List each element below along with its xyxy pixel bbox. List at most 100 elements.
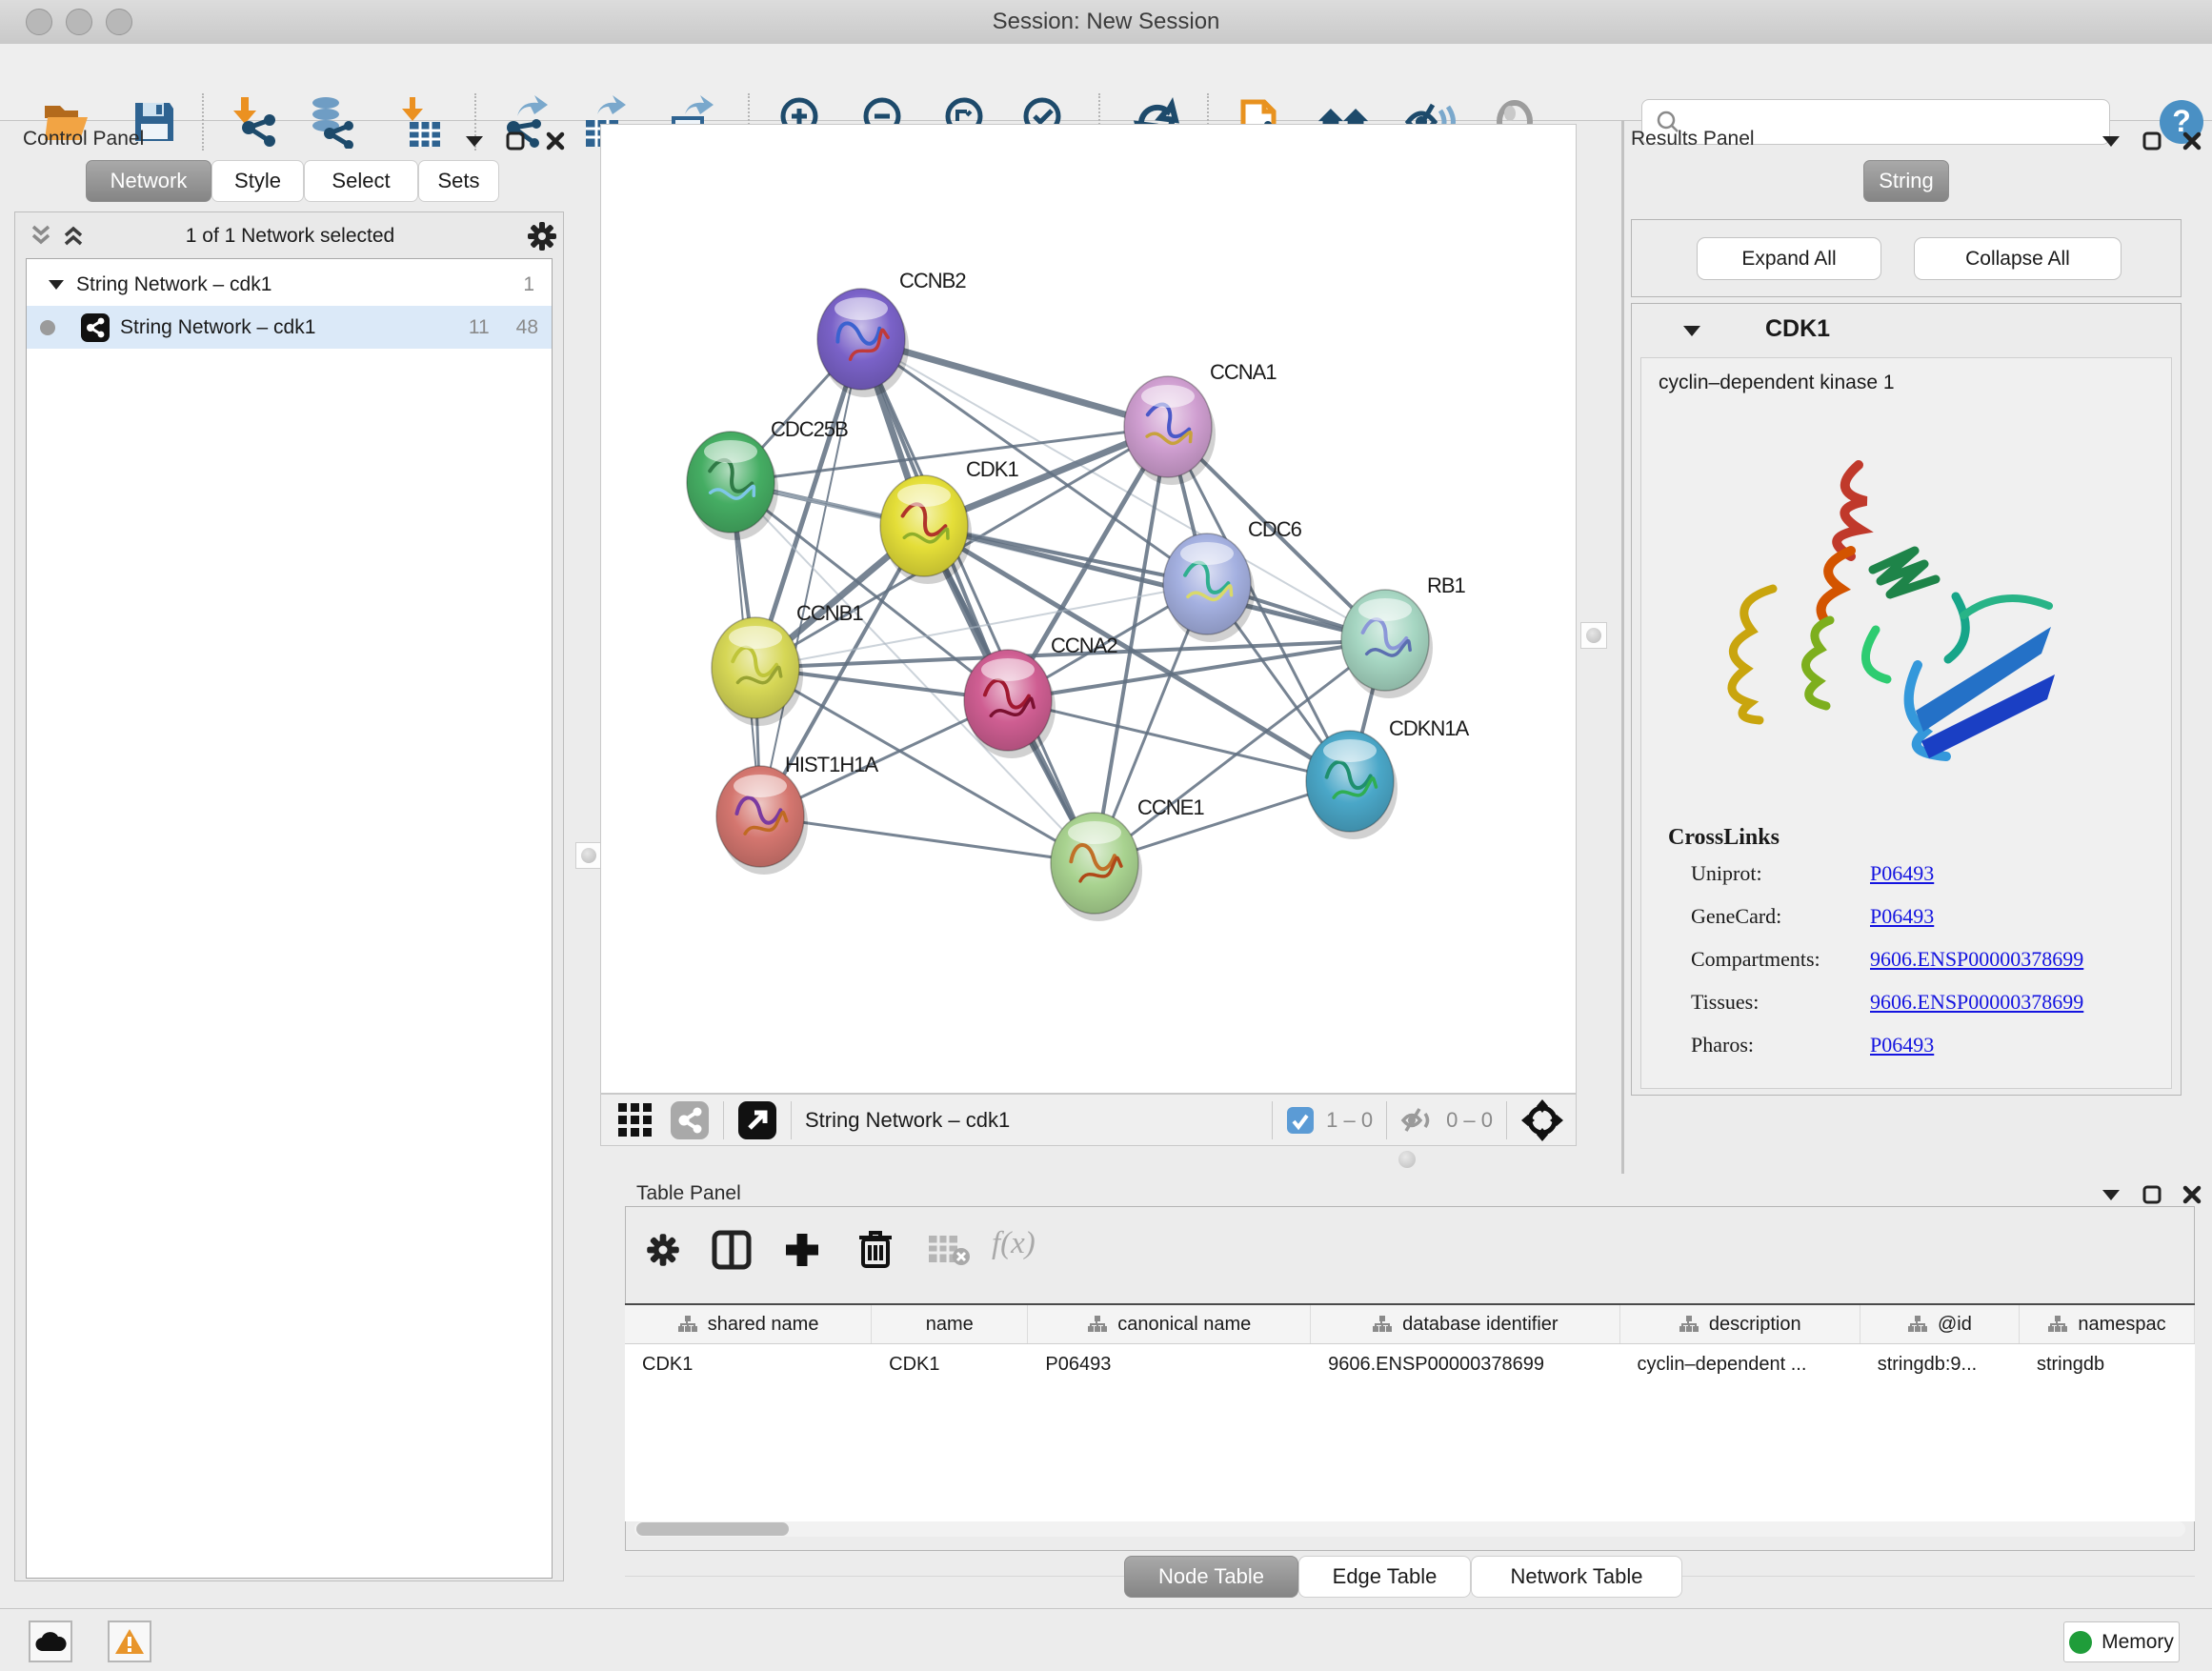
table-panel-close-icon[interactable] bbox=[2182, 1185, 2202, 1204]
table-panel-float-icon[interactable] bbox=[2142, 1185, 2162, 1204]
network-edge[interactable] bbox=[760, 816, 1095, 863]
import-network-file-icon[interactable] bbox=[227, 95, 280, 149]
table-row[interactable]: CDK1CDK1P064939606.ENSP00000378699cyclin… bbox=[625, 1344, 2195, 1384]
tab-edge-table[interactable]: Edge Table bbox=[1298, 1556, 1471, 1598]
column-header-label: canonical name bbox=[1117, 1314, 1251, 1336]
show-columns-icon[interactable] bbox=[712, 1230, 752, 1270]
network-node-cdk1[interactable]: CDK1 bbox=[880, 457, 1018, 584]
right-splitter-handle[interactable] bbox=[1580, 622, 1607, 649]
table-gear-icon[interactable] bbox=[645, 1232, 681, 1268]
crosslink-value-link[interactable]: P06493 bbox=[1870, 861, 1934, 886]
crosslink-label: Uniprot: bbox=[1691, 861, 1870, 886]
tab-network[interactable]: Network bbox=[86, 160, 211, 202]
column-header-namespac[interactable]: namespac bbox=[2020, 1305, 2195, 1343]
network-collection-label: String Network – cdk1 bbox=[76, 273, 271, 296]
control-panel-close-icon[interactable] bbox=[546, 131, 565, 151]
results-panel-close-icon[interactable] bbox=[2182, 131, 2202, 151]
string-network-icon-gray[interactable] bbox=[670, 1100, 710, 1140]
crosslink-value-link[interactable]: 9606.ENSP00000378699 bbox=[1870, 990, 2083, 1015]
import-network-database-icon[interactable] bbox=[305, 95, 358, 149]
table-cell[interactable]: P06493 bbox=[1028, 1344, 1311, 1384]
collapse-all-button[interactable]: Collapse All bbox=[1914, 237, 2122, 280]
network-canvas[interactable]: CCNB2CCNA1CDC25BCDK1CDC6RB1CCNB1CCNA2CDK… bbox=[600, 124, 1577, 1094]
gene-details: cyclin–dependent kinase 1 CrossLinks Uni… bbox=[1640, 357, 2172, 1089]
memory-button[interactable]: Memory bbox=[2063, 1621, 2180, 1662]
column-header-shared-name[interactable]: shared name bbox=[625, 1305, 872, 1343]
birdseye-grid-icon[interactable] bbox=[616, 1101, 654, 1139]
results-panel-divider bbox=[1621, 120, 1624, 1174]
network-node-ccna1[interactable]: CCNA1 bbox=[1124, 360, 1277, 485]
warnings-button[interactable] bbox=[108, 1621, 151, 1662]
network-collection-count: 1 bbox=[523, 273, 534, 296]
network-row-selected[interactable]: String Network – cdk1 11 48 bbox=[27, 306, 552, 349]
import-table-icon[interactable] bbox=[394, 95, 448, 149]
network-selection-status: 1 of 1 Network selected bbox=[15, 225, 565, 248]
tab-string[interactable]: String bbox=[1863, 160, 1949, 202]
crosslink-row: Tissues:9606.ENSP00000378699 bbox=[1691, 990, 2158, 1015]
network-edge[interactable] bbox=[760, 339, 861, 816]
network-edge-count: 48 bbox=[516, 316, 538, 339]
network-status-dot bbox=[40, 320, 55, 335]
column-header-database-identifier[interactable]: database identifier bbox=[1311, 1305, 1619, 1343]
tab-network-table[interactable]: Network Table bbox=[1471, 1556, 1682, 1598]
table-hscrollbar-thumb[interactable] bbox=[636, 1522, 789, 1536]
tab-node-table[interactable]: Node Table bbox=[1124, 1556, 1298, 1598]
column-header-label: database identifier bbox=[1402, 1314, 1558, 1336]
network-node-cdkn1a[interactable]: CDKN1A bbox=[1306, 716, 1470, 839]
table-cell[interactable]: cyclin–dependent ... bbox=[1619, 1344, 1860, 1384]
left-splitter-handle[interactable] bbox=[575, 842, 602, 869]
node-label: CCNB2 bbox=[899, 269, 966, 292]
separator bbox=[791, 1101, 792, 1139]
crosslink-label: Compartments: bbox=[1691, 947, 1870, 972]
control-panel-float-icon[interactable] bbox=[506, 131, 525, 151]
selected-checkbox-icon[interactable] bbox=[1286, 1106, 1315, 1135]
fit-selected-crosshair-icon[interactable] bbox=[1520, 1098, 1564, 1142]
column-header-description[interactable]: description bbox=[1620, 1305, 1860, 1343]
control-panel-collapse-icon[interactable] bbox=[464, 133, 485, 149]
open-external-icon[interactable] bbox=[737, 1100, 777, 1140]
network-node-rb1[interactable]: RB1 bbox=[1341, 574, 1466, 698]
control-panel-tabs: NetworkStyleSelectSets bbox=[86, 160, 499, 202]
table-cell[interactable]: CDK1 bbox=[625, 1344, 872, 1384]
column-header-@id[interactable]: @id bbox=[1860, 1305, 2020, 1343]
crosslink-value-link[interactable]: 9606.ENSP00000378699 bbox=[1870, 947, 2083, 972]
table-header-row: shared namename canonical name database id… bbox=[625, 1305, 2195, 1344]
column-header-canonical-name[interactable]: canonical name bbox=[1028, 1305, 1311, 1343]
column-header-name[interactable]: name bbox=[872, 1305, 1028, 1343]
table-cell[interactable]: 9606.ENSP00000378699 bbox=[1311, 1344, 1619, 1384]
hidden-eye-icon[interactable] bbox=[1400, 1106, 1435, 1135]
hidden-counts: 0 – 0 bbox=[1446, 1108, 1493, 1133]
table-panel-collapse-icon[interactable] bbox=[2101, 1187, 2122, 1202]
bottom-splitter-handle[interactable] bbox=[1398, 1151, 1416, 1168]
tab-sets[interactable]: Sets bbox=[418, 160, 499, 202]
node-label: CCNE1 bbox=[1137, 795, 1204, 819]
crosslink-value-link[interactable]: P06493 bbox=[1870, 1033, 1934, 1057]
network-node-ccnb2[interactable]: CCNB2 bbox=[817, 269, 966, 397]
shared-column-icon bbox=[677, 1315, 698, 1334]
cloud-icon bbox=[34, 1630, 67, 1653]
table-tabs: Node TableEdge TableNetwork Table bbox=[1124, 1556, 1682, 1598]
expand-all-button[interactable]: Expand All bbox=[1697, 237, 1881, 280]
network-collection-row[interactable]: String Network – cdk1 1 bbox=[27, 263, 552, 306]
shared-column-icon bbox=[1679, 1315, 1699, 1334]
cloud-button[interactable] bbox=[29, 1621, 72, 1662]
crosslink-value-link[interactable]: P06493 bbox=[1870, 904, 1934, 929]
tree-expand-icon[interactable] bbox=[48, 278, 65, 292]
delete-column-trash-icon[interactable] bbox=[856, 1228, 895, 1270]
create-column-icon[interactable] bbox=[782, 1230, 822, 1270]
gene-collapse-icon[interactable] bbox=[1681, 323, 1702, 338]
crosslink-label: Pharos: bbox=[1691, 1033, 1870, 1057]
network-edge[interactable] bbox=[861, 339, 1095, 863]
table-cell[interactable]: stringdb bbox=[2020, 1344, 2195, 1384]
network-node-cdc25b[interactable]: CDC25B bbox=[687, 417, 848, 540]
table-cell[interactable]: CDK1 bbox=[872, 1344, 1028, 1384]
table-hscrollbar-track[interactable] bbox=[634, 1521, 2185, 1537]
results-panel-float-icon[interactable] bbox=[2142, 131, 2162, 151]
separator bbox=[1386, 1101, 1387, 1139]
tab-style[interactable]: Style bbox=[211, 160, 304, 202]
results-panel-collapse-icon[interactable] bbox=[2101, 133, 2122, 149]
table-cell[interactable]: stringdb:9... bbox=[1860, 1344, 2020, 1384]
tab-select[interactable]: Select bbox=[304, 160, 418, 202]
network-options-gear-icon[interactable] bbox=[526, 220, 558, 252]
network-node-hist1h1a[interactable]: HIST1H1A bbox=[716, 753, 878, 875]
